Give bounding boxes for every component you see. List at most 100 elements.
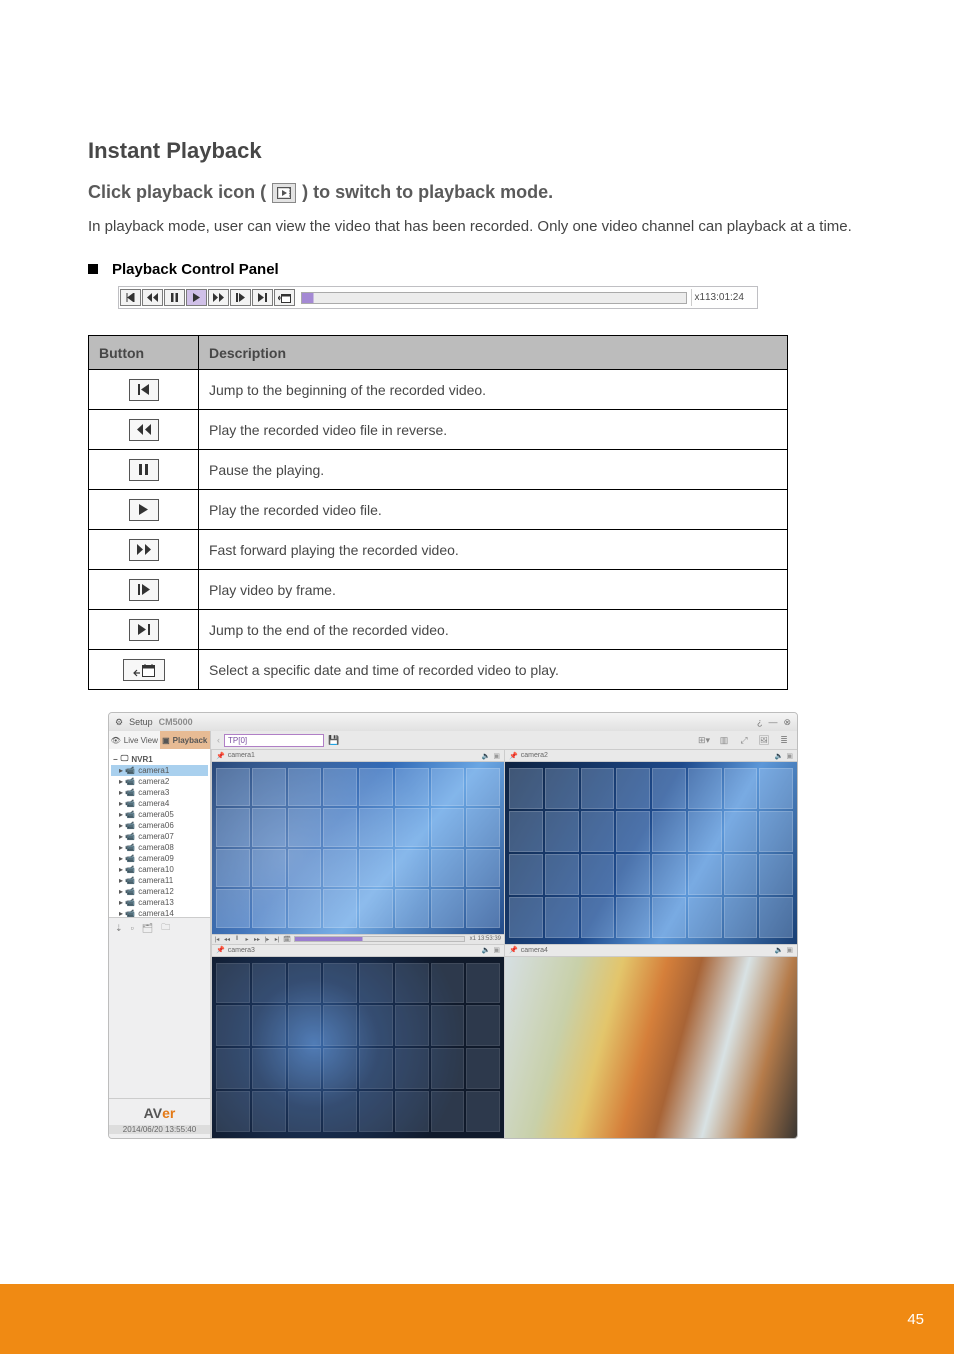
reverse-icon <box>129 419 159 441</box>
expand-icon[interactable]: ▣ <box>786 752 793 760</box>
th-button: Button <box>89 336 199 370</box>
tree-item-camera[interactable]: ▸ 📹 camera06 <box>111 820 208 831</box>
tab-playback[interactable]: ▣Playback <box>160 731 211 749</box>
eye-icon: 👁 <box>111 736 121 745</box>
section-heading: Instant Playback <box>88 138 866 164</box>
profile-dropdown[interactable] <box>224 734 324 747</box>
playback-time-input[interactable] <box>705 292 751 303</box>
tree-item-camera[interactable]: ▸ 📹 camera12 <box>111 886 208 897</box>
expand-icon[interactable]: ▣ <box>493 752 500 760</box>
tab-live-view[interactable]: 👁Live View <box>109 731 160 749</box>
table-row: Jump to the beginning of the recorded vi… <box>89 370 788 410</box>
date-picker-button[interactable] <box>274 289 295 306</box>
layout-split-icon[interactable]: ▥ <box>717 735 731 746</box>
tool-icon[interactable]: 🗂 <box>142 923 153 934</box>
tile-end[interactable]: ▸| <box>272 936 282 943</box>
tree-item-camera[interactable]: ▸ 📹 camera13 <box>111 897 208 908</box>
dropdown-save-icon[interactable]: 💾 <box>328 735 339 746</box>
app-title: CM5000 <box>159 717 193 727</box>
expand-icon[interactable]: ▣ <box>786 946 793 954</box>
jump-start-button[interactable] <box>120 289 141 306</box>
fullscreen-icon[interactable]: ⤢ <box>737 735 751 746</box>
tool-icon[interactable]: ⇣ <box>115 923 123 934</box>
table-row: Fast forward playing the recorded video. <box>89 530 788 570</box>
minimize-icon[interactable]: — <box>768 717 777 728</box>
app-screenshot: ⚙ Setup CM5000 ¿ — ⊗ 👁Live View ▣Playbac… <box>108 712 798 1139</box>
pin-icon[interactable]: 📌 <box>216 946 225 954</box>
th-description: Description <box>199 336 788 370</box>
tree-item-camera[interactable]: ▸ 📹 camera10 <box>111 864 208 875</box>
instruction-post: ) to switch to playback mode. <box>302 182 553 203</box>
tree-item-camera[interactable]: ▸ 📹 camera05 <box>111 809 208 820</box>
setup-label[interactable]: Setup <box>129 717 153 727</box>
pin-icon[interactable]: 📌 <box>509 752 518 760</box>
video-tile: 📌camera1🔈▣ |◂◂◂‖▸▸▸|▸▸|🗓 x1 13:53:39 <box>211 749 504 944</box>
cell-desc: Select a specific date and time of recor… <box>199 650 788 690</box>
tile-title: camera3 <box>228 947 255 954</box>
pin-icon[interactable]: 📌 <box>509 946 518 954</box>
frame-step-icon <box>129 579 159 601</box>
fast-forward-button[interactable] <box>208 289 229 306</box>
tile-rev[interactable]: ◂◂ <box>222 936 232 943</box>
playback-mode-icon <box>272 183 296 203</box>
tile-step[interactable]: |▸ <box>262 936 272 943</box>
jump-end-button[interactable] <box>252 289 273 306</box>
chevron-left-icon[interactable]: ‹ <box>217 735 220 745</box>
snapshot-icon[interactable]: 🖼 <box>757 735 771 746</box>
video-feed[interactable] <box>505 762 797 944</box>
tree-item-camera[interactable]: ▸ 📹 camera2 <box>111 776 208 787</box>
tree-item-camera[interactable]: ▸ 📹 camera08 <box>111 842 208 853</box>
play-button[interactable] <box>186 289 207 306</box>
tile-ff[interactable]: ▸▸ <box>252 936 262 943</box>
tree-item-camera[interactable]: ▸ 📹 camera11 <box>111 875 208 886</box>
tile-speed: x1 13:53:39 <box>467 936 504 942</box>
tile-jump-start[interactable]: |◂ <box>212 936 222 943</box>
audio-icon[interactable]: 🔈 <box>482 752 491 760</box>
bullet-heading: Playback Control Panel <box>88 261 866 278</box>
tree-root[interactable]: − 🖵 NVR1 <box>111 753 208 765</box>
playback-control-panel: x1 <box>118 286 758 309</box>
app-titlebar: ⚙ Setup CM5000 ¿ — ⊗ <box>109 713 797 731</box>
video-tile: 📌camera2🔈▣ <box>504 749 797 944</box>
tile-track[interactable] <box>294 936 465 942</box>
aver-logo: AVer <box>109 1105 210 1121</box>
pin-icon[interactable]: 📌 <box>216 752 225 760</box>
tree-item-camera[interactable]: ▸ 📹 camera09 <box>111 853 208 864</box>
tree-item-camera[interactable]: ▸ 📹 camera3 <box>111 787 208 798</box>
frame-step-button[interactable] <box>230 289 251 306</box>
video-feed[interactable] <box>212 762 504 934</box>
body-paragraph: In playback mode, user can view the vide… <box>88 215 866 239</box>
tree-item-camera[interactable]: ▸ 📹 camera07 <box>111 831 208 842</box>
jump-end-icon <box>129 619 159 641</box>
close-icon[interactable]: ⊗ <box>783 717 791 728</box>
table-row: Select a specific date and time of recor… <box>89 650 788 690</box>
tree-item-camera[interactable]: ▸ 📹 camera14 <box>111 908 208 917</box>
audio-icon[interactable]: 🔈 <box>775 946 784 954</box>
instruction-line: Click playback icon ( ) to switch to pla… <box>88 182 866 203</box>
tree-item-camera[interactable]: ▸ 📹 camera1 <box>111 765 208 776</box>
table-row: Pause the playing. <box>89 450 788 490</box>
video-tile: 📌camera4🔈▣ <box>504 944 797 1139</box>
tree-item-camera[interactable]: ▸ 📹 camera4 <box>111 798 208 809</box>
list-icon[interactable]: ≣ <box>777 735 791 746</box>
playback-track[interactable] <box>301 292 687 304</box>
tool-icon[interactable]: ▫ <box>131 923 134 933</box>
audio-icon[interactable]: 🔈 <box>482 946 491 954</box>
cell-desc: Play video by frame. <box>199 570 788 610</box>
expand-icon[interactable]: ▣ <box>493 946 500 954</box>
tool-icon[interactable]: 🗀 <box>161 920 170 936</box>
tile-play[interactable]: ▸ <box>242 936 252 943</box>
pause-button[interactable] <box>164 289 185 306</box>
video-feed[interactable] <box>505 957 797 1139</box>
camera-tree: − 🖵 NVR1 ▸ 📹 camera1 ▸ 📹 camera2 ▸ 📹 cam… <box>109 749 210 917</box>
help-icon[interactable]: ¿ <box>757 717 763 728</box>
reverse-button[interactable] <box>142 289 163 306</box>
tile-cal[interactable]: 🗓 <box>282 936 292 943</box>
table-row: Play the recorded video file. <box>89 490 788 530</box>
video-feed[interactable] <box>212 957 504 1139</box>
cell-desc: Fast forward playing the recorded video. <box>199 530 788 570</box>
bullet-square-icon <box>88 264 98 274</box>
layout-grid-icon[interactable]: ⊞▾ <box>697 735 711 746</box>
audio-icon[interactable]: 🔈 <box>775 752 784 760</box>
tile-pause[interactable]: ‖ <box>232 936 242 942</box>
